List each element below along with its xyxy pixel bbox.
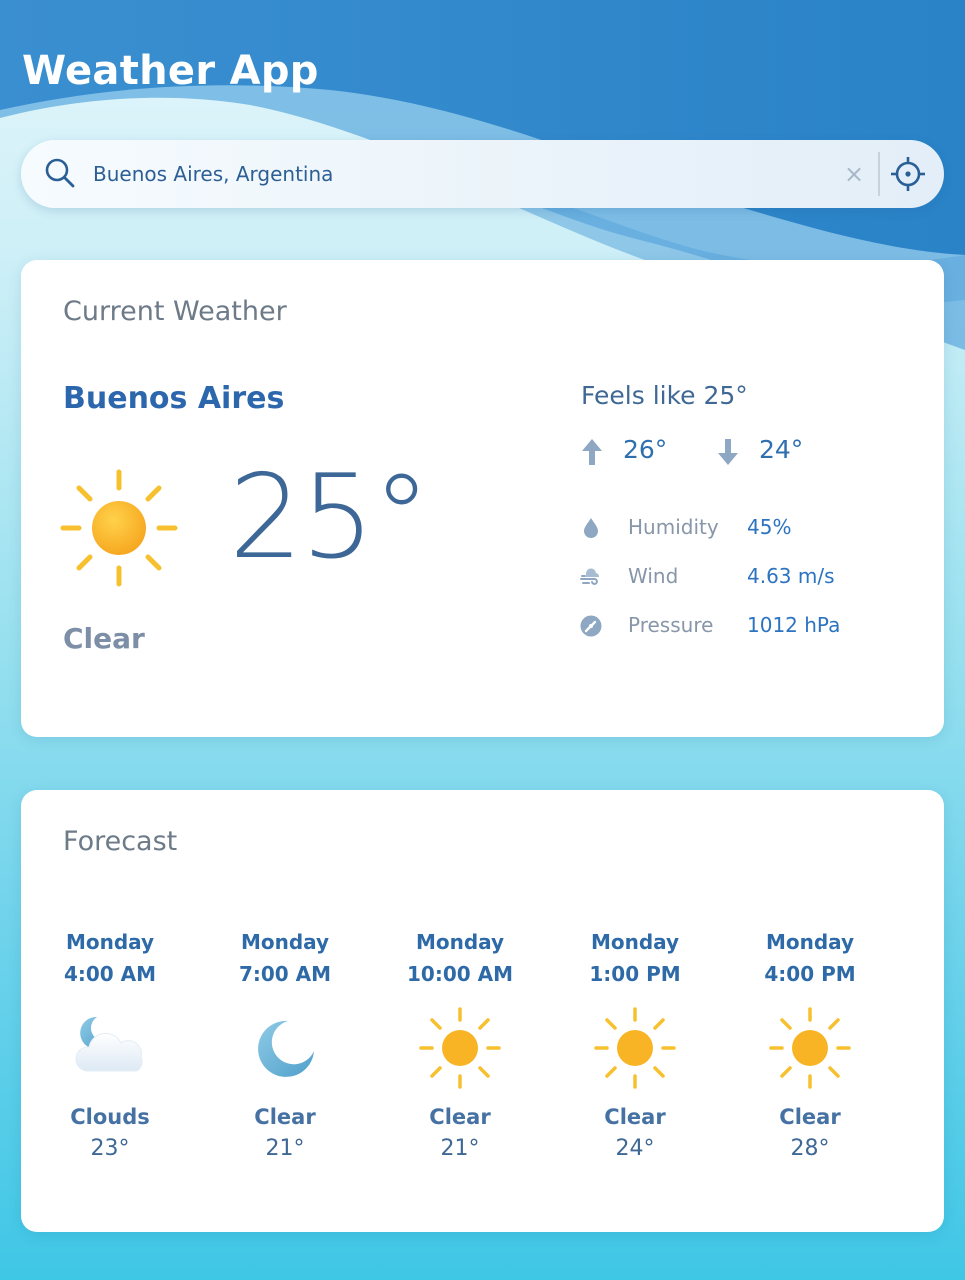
clear-search-button[interactable]: × <box>839 159 869 189</box>
detail-humidity: Humidity 45% <box>579 511 909 545</box>
forecast-condition: Clear <box>429 1105 491 1129</box>
forecast-card: Forecast Monday 4:00 AM Clouds 23° Monda… <box>21 790 944 1232</box>
search-divider <box>878 152 880 196</box>
high-temperature-value: 26° <box>623 435 668 464</box>
current-location-icon[interactable] <box>890 156 926 192</box>
arrow-up-icon <box>582 439 602 465</box>
detail-wind: Wind 4.63 m/s <box>579 560 909 594</box>
forecast-time: 4:00 PM <box>764 962 856 986</box>
forecast-condition: Clouds <box>70 1105 150 1129</box>
sun-icon <box>769 1007 851 1089</box>
moon-icon <box>258 1020 314 1077</box>
forecast-temperature: 21° <box>440 1136 480 1161</box>
current-temperature: 25° <box>229 450 431 585</box>
humidity-value: 45% <box>747 515 792 539</box>
current-weather-card: Current Weather Buenos Aires 25° Clear F… <box>21 260 944 737</box>
wind-icon <box>580 568 600 585</box>
pressure-gauge-icon <box>580 615 602 637</box>
forecast-item: Monday 1:00 PM Clear 24° <box>560 926 710 1165</box>
sun-icon <box>594 1007 676 1089</box>
feels-like: Feels like 25° <box>581 381 748 410</box>
high-temperature: 26° <box>581 435 701 469</box>
current-weather-heading: Current Weather <box>63 296 287 327</box>
low-temperature-value: 24° <box>759 435 804 464</box>
forecast-time: 1:00 PM <box>589 962 681 986</box>
cloud-moon-icon <box>75 1016 143 1072</box>
wind-label: Wind <box>628 564 679 588</box>
forecast-temperature: 28° <box>790 1136 830 1161</box>
search-bar: × <box>21 140 944 208</box>
forecast-condition: Clear <box>604 1105 666 1129</box>
forecast-day: Monday <box>415 930 505 954</box>
forecast-time: 7:00 AM <box>238 962 332 986</box>
current-condition: Clear <box>63 622 145 655</box>
forecast-day: Monday <box>65 930 155 954</box>
forecast-temperature: 23° <box>90 1136 130 1161</box>
forecast-item: Monday 4:00 PM Clear 28° <box>735 926 885 1165</box>
forecast-day: Monday <box>765 930 855 954</box>
app-title: Weather App <box>22 48 319 94</box>
humidity-label: Humidity <box>628 515 719 539</box>
forecast-item: Monday 10:00 AM Clear 21° <box>385 926 535 1165</box>
city-name: Buenos Aires <box>63 381 285 416</box>
arrow-down-icon <box>718 439 738 465</box>
low-temperature: 24° <box>717 435 837 469</box>
forecast-time: 4:00 AM <box>63 962 157 986</box>
sun-icon <box>60 469 178 587</box>
wind-value: 4.63 m/s <box>747 564 835 588</box>
forecast-item: Monday 4:00 AM Clouds 23° <box>35 926 185 1165</box>
search-input[interactable] <box>93 154 813 194</box>
search-icon <box>45 158 75 188</box>
pressure-label: Pressure <box>628 613 714 637</box>
humidity-drop-icon <box>584 518 598 538</box>
pressure-value: 1012 hPa <box>747 613 841 637</box>
forecast-day: Monday <box>240 930 330 954</box>
forecast-condition: Clear <box>779 1105 841 1129</box>
detail-pressure: Pressure 1012 hPa <box>579 609 909 643</box>
forecast-day: Monday <box>590 930 680 954</box>
forecast-heading: Forecast <box>63 826 178 857</box>
forecast-temperature: 21° <box>265 1136 305 1161</box>
forecast-time: 10:00 AM <box>406 962 513 986</box>
sun-icon <box>419 1007 501 1089</box>
forecast-item: Monday 7:00 AM Clear 21° <box>210 926 360 1165</box>
forecast-temperature: 24° <box>615 1136 655 1161</box>
forecast-condition: Clear <box>254 1105 316 1129</box>
